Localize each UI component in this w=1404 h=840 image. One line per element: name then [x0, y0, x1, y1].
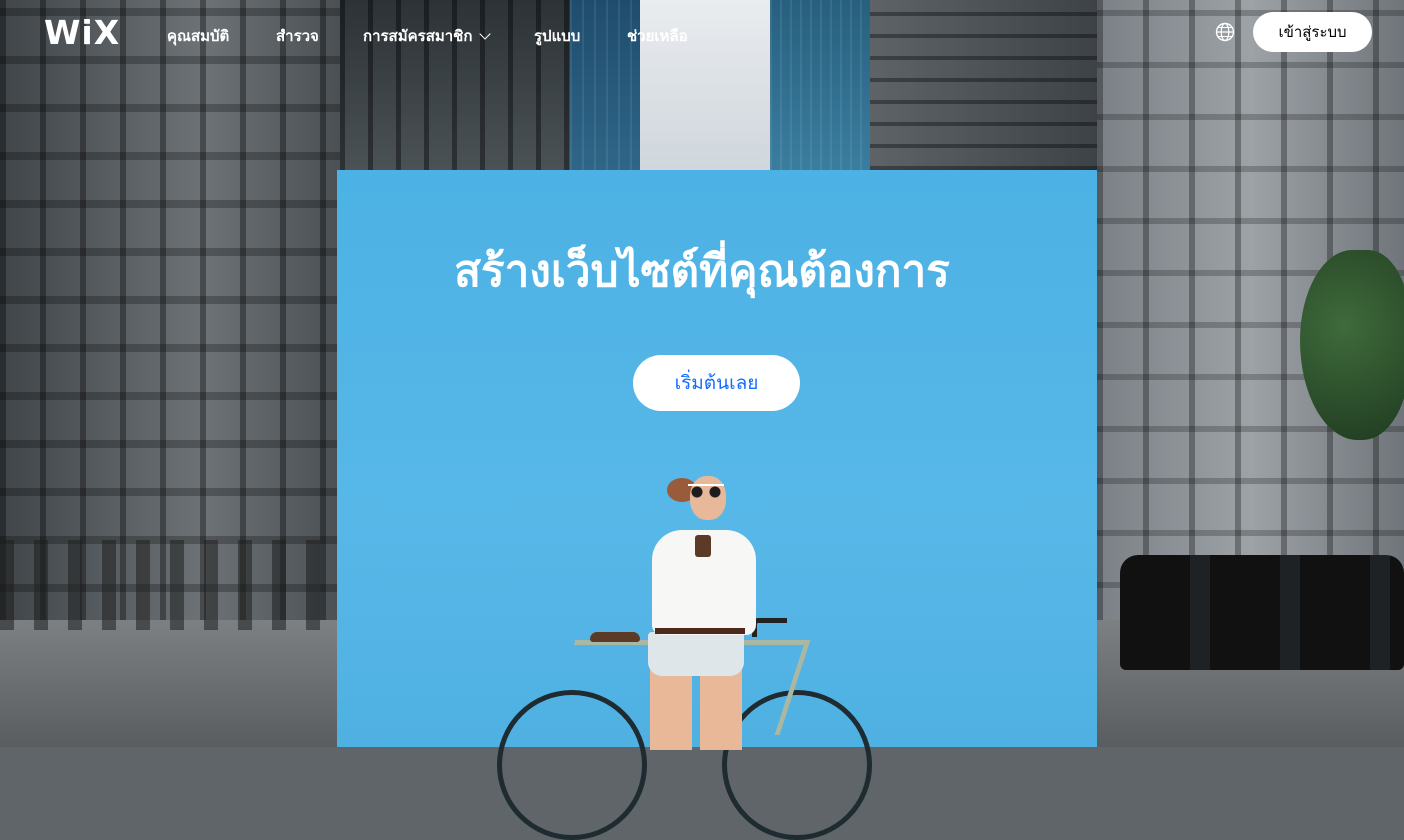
login-button[interactable]: เข้าสู่ระบบ — [1253, 12, 1372, 52]
nav-item-features[interactable]: คุณสมบัติ — [167, 24, 229, 48]
get-started-button[interactable]: เริ่มต้นเลย — [633, 355, 800, 411]
pedestrians — [0, 540, 330, 630]
nav-item-templates[interactable]: รูปแบบ — [534, 24, 580, 48]
woman-shorts — [648, 632, 744, 676]
globe-icon[interactable] — [1215, 22, 1235, 42]
woman-belt — [655, 628, 745, 634]
bike-saddle — [590, 632, 640, 642]
coffee-cup — [695, 535, 711, 557]
wix-logo[interactable]: WiX — [44, 13, 120, 52]
woman-legs — [650, 670, 742, 750]
hero-title: สร้างเว็บไซต์ที่คุณต้องการ — [454, 246, 950, 297]
nav-item-help[interactable]: ช่วยเหลือ — [627, 24, 688, 48]
bike-handlebar — [752, 618, 787, 637]
nav-item-plans-label: การสมัครสมาชิก — [363, 27, 473, 45]
woman-head — [690, 476, 726, 520]
chevron-down-icon — [479, 28, 492, 40]
nav-item-explore[interactable]: สำรวจ — [276, 24, 319, 48]
parked-cars — [1120, 555, 1404, 670]
top-nav: WiX คุณสมบัติ สำรวจ การสมัครสมาชิก รูปแบ… — [0, 0, 1404, 66]
nav-item-plans[interactable]: การสมัครสมาชิก — [363, 24, 492, 48]
sunglasses — [688, 484, 724, 498]
